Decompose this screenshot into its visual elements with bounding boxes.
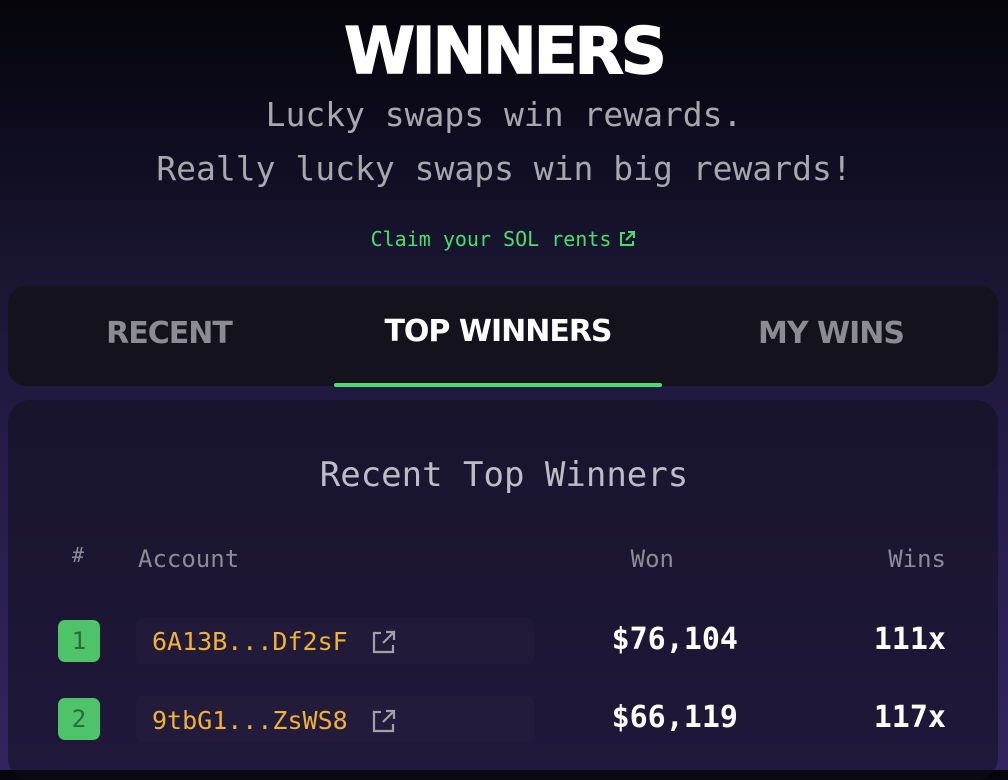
account-link[interactable]: 6A13B...Df2sF <box>152 627 348 657</box>
tab-my-wins[interactable]: MY WINS <box>714 316 948 356</box>
active-tab-indicator <box>334 383 662 387</box>
column-header-rank: # <box>72 543 85 567</box>
leaderboard-title: Recent Top Winners <box>319 455 689 495</box>
external-link-icon <box>617 229 637 255</box>
won-amount: $76,104 <box>611 622 738 657</box>
account-link[interactable]: 9tbG1...ZsWS8 <box>152 706 348 736</box>
claim-sol-rents-label: Claim your SOL rents <box>370 227 612 251</box>
subtitle-line-2: Really lucky swaps win big rewards! <box>156 149 852 188</box>
tab-recent[interactable]: RECENT <box>54 316 284 356</box>
rank-badge: 1 <box>58 620 100 662</box>
page-title: WINNERS <box>343 15 667 89</box>
column-header-wins: Wins <box>888 545 946 573</box>
claim-sol-rents-link[interactable]: Claim your SOL rents <box>0 226 1008 255</box>
tab-top-winners[interactable]: TOP WINNERS <box>334 314 662 354</box>
won-amount: $66,119 <box>611 700 738 735</box>
rank-badge: 2 <box>58 698 100 740</box>
external-link-icon[interactable] <box>370 628 398 656</box>
column-header-account: Account <box>138 545 240 573</box>
tab-bar: RECENT TOP WINNERS MY WINS <box>8 286 998 387</box>
wins-count: 117x <box>873 700 946 735</box>
column-header-won: Won <box>630 545 674 573</box>
external-link-icon[interactable] <box>370 707 398 735</box>
wins-count: 111x <box>873 622 946 657</box>
subtitle-line-1: Lucky swaps win rewards. <box>265 95 743 134</box>
